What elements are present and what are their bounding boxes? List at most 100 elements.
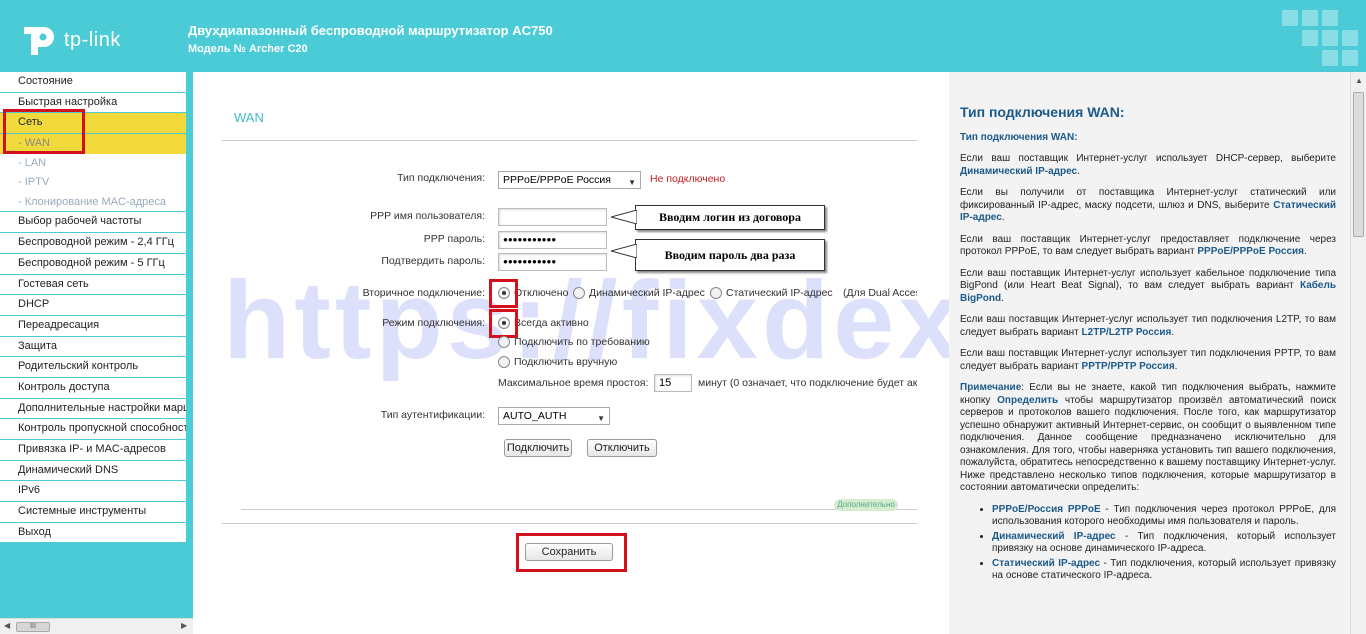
help-paragraph: Если ваш поставщик Интернет-услуг исполь… [960, 314, 1336, 338]
sidebar-item-parental-control[interactable]: Родительский контроль [0, 357, 186, 378]
sidebar-item-access-control[interactable]: Контроль доступа [0, 378, 186, 399]
help-title: Тип подключения WAN: [960, 104, 1125, 120]
mode-manual-radio[interactable] [498, 356, 510, 368]
header: tp-link Двухдиапазонный беспроводной мар… [0, 0, 1366, 72]
sidebar-item-bandwidth-control[interactable]: Контроль пропускной способности [0, 419, 186, 440]
auth-type-select[interactable]: AUTO_AUTH ▼ [498, 407, 610, 425]
sidebar-item-advanced-routing[interactable]: Дополнительные настройки маршрутизации [0, 399, 186, 420]
sidebar-footer [0, 542, 186, 618]
page-title: Двухдиапазонный беспроводной маршрутизат… [188, 23, 553, 38]
logo-text: tp-link [64, 28, 121, 51]
secondary-conn-label: Вторичное подключение: [362, 287, 485, 299]
divider [241, 509, 917, 510]
confirm-password-input[interactable]: ●●●●●●●●●●● [498, 253, 607, 271]
username-input[interactable] [498, 208, 607, 226]
chevron-down-icon: ▼ [597, 414, 605, 423]
help-subtitle: Тип подключения WAN: [960, 131, 1078, 143]
help-link-detect: Определить [997, 394, 1059, 406]
mode-highlight [489, 309, 518, 338]
sidebar-item-mac-clone[interactable]: - Клонирование MAC-адреса [0, 192, 186, 213]
mode-on-demand-radio[interactable] [498, 336, 510, 348]
help-note-label: Примечание [960, 382, 1022, 393]
password-label: PPP пароль: [423, 233, 485, 245]
secondary-highlight [489, 279, 518, 308]
connect-button[interactable]: Подключить [504, 439, 572, 457]
help-link-l2tp: L2TP/L2TP Россия [1081, 326, 1172, 338]
callout-password-pointer [611, 244, 637, 258]
sidebar-item-lan[interactable]: - LAN [0, 153, 186, 174]
secondary-dual-access-note: (Для Dual Access) [843, 287, 917, 299]
sidebar-item-logout[interactable]: Выход [0, 523, 186, 544]
scrollbar-thumb[interactable] [1353, 92, 1364, 237]
idle-time-suffix: минут (0 означает, что подключение будет… [698, 377, 917, 389]
idle-time-label: Максимальное время простоя: [498, 377, 649, 389]
sidebar-item-guest-network[interactable]: Гостевая сеть [0, 275, 186, 296]
conn-type-label: Тип подключения: [397, 172, 485, 184]
sidebar-item-wireless-24[interactable]: Беспроводной режим - 2,4 ГГц [0, 233, 186, 254]
help-paragraph: Если ваш поставщик Интернет-услуг исполь… [960, 267, 1336, 304]
secondary-static-label: Статический IP-адрес [726, 287, 833, 299]
auth-type-label: Тип аутентификации: [380, 409, 485, 421]
conn-status: Не подключено [650, 173, 726, 185]
username-label: PPP имя пользователя: [370, 210, 485, 222]
disconnect-button[interactable]: Отключить [587, 439, 657, 457]
help-vertical-scrollbar[interactable]: ▲ [1350, 72, 1366, 634]
callout-login-pointer [611, 210, 637, 224]
conn-mode-label: Режим подключения: [382, 317, 485, 329]
sidebar-item-security[interactable]: Защита [0, 337, 186, 358]
conn-type-value: PPPoE/PPPoE Россия [503, 174, 611, 186]
scroll-right-icon[interactable]: ▶ [181, 621, 187, 630]
conn-type-select[interactable]: PPPoE/PPPoE Россия ▼ [498, 171, 641, 189]
password-input[interactable]: ●●●●●●●●●●● [498, 231, 607, 249]
help-paragraph: Если ваш поставщик Интернет-услуг предос… [960, 233, 1336, 258]
scroll-left-icon[interactable]: ◀ [4, 621, 10, 630]
secondary-disabled-label: Отключено [514, 287, 569, 299]
sidebar-horizontal-scrollbar[interactable]: ◀ III ▶ [0, 618, 193, 634]
sidebar-item-dhcp[interactable]: DHCP [0, 295, 186, 316]
mode-always-label: Всегда активно [514, 317, 589, 329]
help-paragraph: Если ваш поставщик Интернет-услуг исполь… [960, 153, 1336, 177]
sidebar-item-ipv6[interactable]: IPv6 [0, 481, 186, 503]
tp-link-logo: tp-link [18, 20, 121, 60]
callout-login: Вводим логин из договора [635, 205, 825, 230]
sidebar-item-iptv[interactable]: - IPTV [0, 173, 186, 193]
tp-link-logo-icon [24, 27, 54, 55]
help-panel: Тип подключения WAN: Тип подключения WAN… [949, 72, 1350, 634]
confirm-password-label: Подтвердить пароль: [381, 255, 485, 267]
auth-type-value: AUTO_AUTH [503, 410, 567, 422]
header-decoration [1218, 8, 1358, 70]
divider [222, 140, 917, 141]
mode-manual-label: Подключить вручную [514, 356, 618, 368]
list-item: Динамический IP-адрес - Тип подключения,… [992, 531, 1336, 556]
network-wan-highlight [3, 109, 85, 154]
help-paragraph: Если ваш поставщик Интернет-услуг исполь… [960, 348, 1336, 372]
sidebar-item-system-tools[interactable]: Системные инструменты [0, 502, 186, 523]
help-link-pptp: PPTP/PPTP Россия [1081, 360, 1175, 372]
chevron-down-icon: ▼ [628, 178, 636, 187]
sidebar-item-ip-mac-binding[interactable]: Привязка IP- и MAC-адресов [0, 440, 186, 461]
help-list: PPPoE/Россия PPPoE - Тип подключения чер… [992, 504, 1336, 583]
scroll-up-icon[interactable]: ▲ [1355, 76, 1363, 85]
router-admin-window: tp-link Двухдиапазонный беспроводной мар… [0, 0, 1366, 634]
sidebar-item-wireless-5[interactable]: Беспроводной режим - 5 ГГц [0, 254, 186, 275]
list-item: Статический IP-адрес - Тип подключения, … [992, 558, 1336, 583]
secondary-dynamic-label: Динамический IP-адрес [589, 287, 705, 299]
list-item: PPPoE/Россия PPPoE - Тип подключения чер… [992, 504, 1336, 529]
scrollbar-thumb[interactable]: III [16, 622, 50, 632]
help-paragraph: Если вы получили от поставщика Интернет-… [960, 187, 1337, 223]
sidebar-item-forwarding[interactable]: Переадресация [0, 316, 186, 337]
secondary-dynamic-radio[interactable] [573, 287, 585, 299]
sidebar-item-status[interactable]: Состояние [0, 72, 186, 93]
callout-password: Вводим пароль два раза [635, 239, 825, 271]
divider [222, 523, 917, 524]
mode-on-demand-label: Подключить по требованию [514, 336, 650, 348]
sidebar-item-ddns[interactable]: Динамический DNS [0, 461, 186, 482]
model-subtitle: Модель № Archer C20 [188, 43, 308, 55]
idle-time-input[interactable]: 15 [654, 374, 692, 392]
help-note: Примечание: Если вы не знаете, какой тип… [960, 382, 1337, 493]
sidebar-item-frequency[interactable]: Выбор рабочей частоты [0, 212, 186, 234]
help-link-pppoe: PPPoE/PPPoE Россия [1197, 246, 1304, 257]
save-highlight [516, 533, 627, 572]
advanced-link[interactable]: Дополнительно [834, 499, 898, 511]
secondary-static-radio[interactable] [710, 287, 722, 299]
